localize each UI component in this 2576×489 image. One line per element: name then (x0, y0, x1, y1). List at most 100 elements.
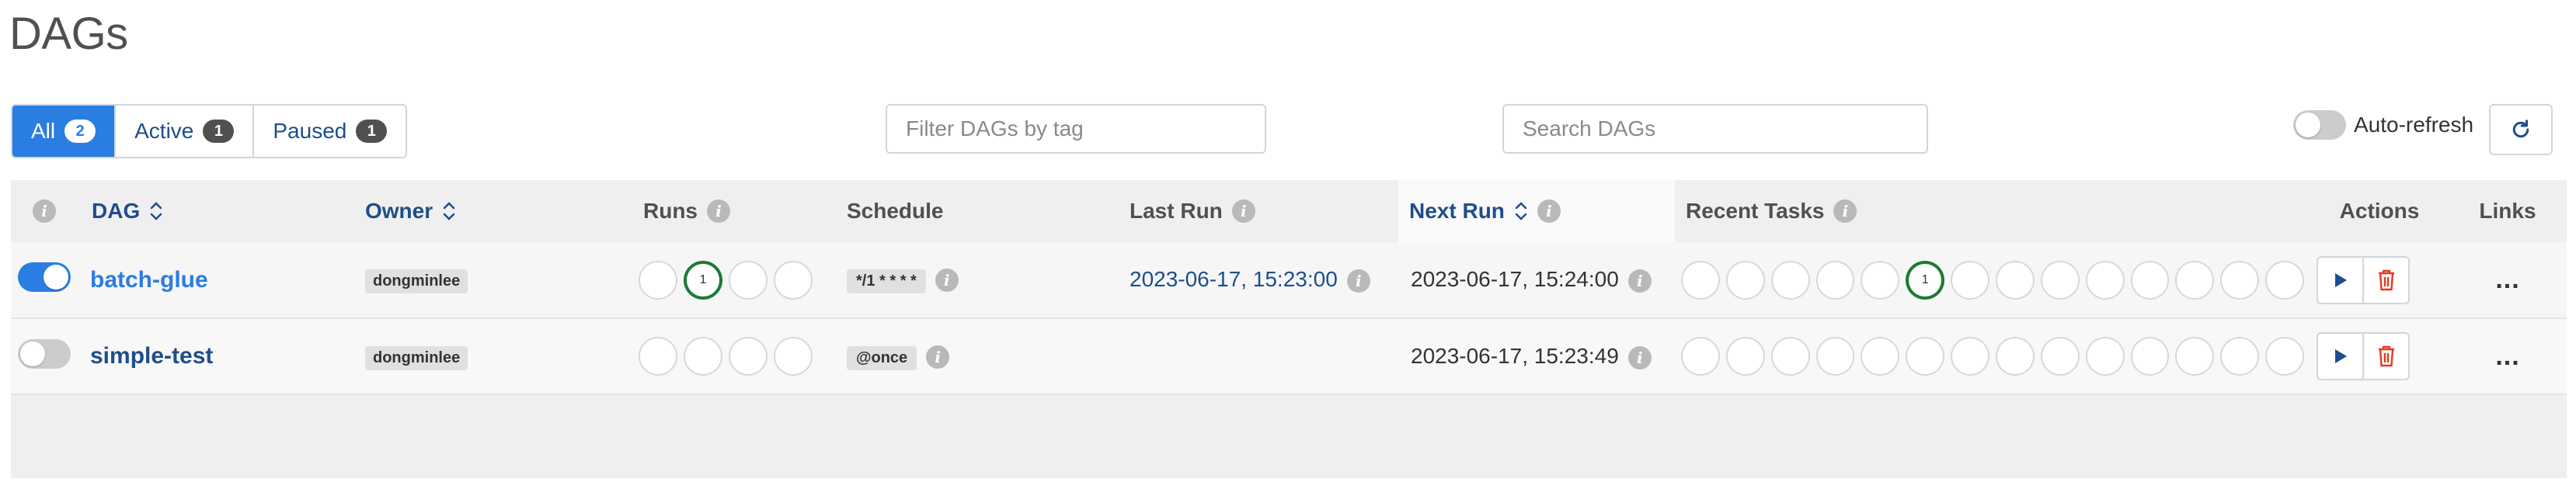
dag-table-container: i DAG Owner Runs i Schedule Last Run i N… (11, 180, 2567, 478)
task-status-circle[interactable] (1770, 337, 1810, 376)
dag-table: i DAG Owner Runs i Schedule Last Run i N… (11, 180, 2567, 395)
task-status-circle[interactable] (1681, 260, 1720, 300)
task-status-circle[interactable] (1725, 260, 1765, 300)
schedule-info-icon[interactable]: i (935, 269, 959, 292)
dag-active-toggle[interactable] (18, 338, 71, 369)
sort-arrows-icon[interactable] (442, 199, 456, 223)
task-status-circle[interactable] (1996, 260, 2035, 300)
next-run-info-icon[interactable]: i (1537, 199, 1561, 223)
recent-tasks-info-icon[interactable]: i (1833, 199, 1857, 223)
filter-all-label: All (31, 119, 56, 143)
auto-refresh-label: Auto-refresh (2354, 113, 2474, 137)
schedule-info-icon[interactable]: i (926, 345, 950, 369)
header-schedule: Schedule (847, 199, 944, 223)
task-status-circle[interactable] (2220, 260, 2260, 300)
dag-link[interactable]: simple-test (90, 343, 213, 369)
filter-all-button[interactable]: All 2 (12, 106, 117, 157)
trash-icon (2378, 269, 2394, 290)
actions-group (2317, 332, 2410, 380)
run-status-circle[interactable] (729, 260, 768, 300)
tag-filter-input[interactable] (886, 104, 1266, 154)
trigger-dag-button[interactable] (2318, 334, 2364, 379)
task-status-circle[interactable] (2130, 260, 2170, 300)
table-row: simple-test dongminlee @once i 2023-06-17… (11, 318, 2567, 394)
task-status-circle[interactable] (1815, 260, 1855, 300)
task-status-circle[interactable] (2085, 337, 2125, 376)
links-menu[interactable]: ... (2495, 265, 2519, 294)
task-status-circle[interactable] (1951, 337, 1990, 376)
run-status-circle[interactable]: 1 (684, 260, 722, 300)
header-owner[interactable]: Owner (365, 199, 433, 224)
task-status-circle[interactable] (2175, 260, 2215, 300)
task-status-circle[interactable]: 1 (1906, 260, 1945, 300)
auto-refresh-toggle[interactable] (2293, 110, 2346, 140)
last-run-info-icon[interactable]: i (1346, 269, 1370, 293)
actions-group (2317, 255, 2410, 304)
task-status-circle[interactable] (2175, 337, 2215, 376)
schedule-tag: @once (847, 345, 917, 370)
next-run-info-icon[interactable]: i (1627, 345, 1652, 369)
runs-circles (639, 337, 834, 376)
task-status-circle[interactable] (2040, 337, 2080, 376)
sort-arrows-icon[interactable] (1514, 199, 1528, 223)
active-info-icon[interactable]: i (33, 199, 56, 223)
task-status-circle[interactable] (1770, 260, 1810, 300)
play-icon (2334, 272, 2347, 287)
task-status-circle[interactable] (2265, 337, 2305, 376)
last-run-info-icon[interactable]: i (1231, 199, 1255, 223)
filter-paused-button[interactable]: Paused 1 (254, 106, 406, 157)
delete-dag-button[interactable] (2364, 257, 2408, 303)
table-row: batch-glue dongminlee 1 */1 * * * * i 202… (11, 242, 2567, 318)
run-status-circle[interactable] (729, 337, 768, 376)
dag-active-toggle[interactable] (18, 262, 71, 292)
refresh-button[interactable] (2489, 104, 2553, 155)
next-run-value: 2023-06-17, 15:23:49 (1411, 343, 1619, 368)
task-status-circle[interactable] (1861, 260, 1900, 300)
runs-info-icon[interactable]: i (707, 199, 730, 223)
trigger-dag-button[interactable] (2318, 257, 2364, 303)
run-status-circle[interactable] (639, 260, 677, 300)
header-dag[interactable]: DAG (92, 199, 140, 224)
recent-task-circles (1681, 337, 2310, 376)
filter-paused-label: Paused (273, 119, 347, 143)
filter-active-label: Active (134, 119, 194, 143)
links-menu[interactable]: ... (2495, 342, 2519, 371)
filter-paused-count: 1 (356, 120, 388, 143)
owner-tag[interactable]: dongminlee (365, 345, 468, 370)
run-status-circle[interactable] (774, 337, 813, 376)
task-status-circle[interactable] (2130, 337, 2170, 376)
header-actions: Actions (2339, 199, 2420, 223)
filter-active-button[interactable]: Active 1 (116, 106, 255, 157)
dag-link[interactable]: batch-glue (90, 267, 208, 293)
runs-circles: 1 (639, 260, 834, 300)
task-status-circle[interactable] (1996, 337, 2035, 376)
task-status-circle[interactable] (1725, 337, 1765, 376)
task-status-circle[interactable] (1815, 337, 1855, 376)
delete-dag-button[interactable] (2364, 334, 2408, 379)
task-status-circle[interactable] (2220, 337, 2260, 376)
task-status-circle[interactable] (2040, 260, 2080, 300)
schedule-tag: */1 * * * * (847, 269, 926, 293)
last-run-link[interactable]: 2023-06-17, 15:23:00 (1130, 267, 1338, 291)
next-run-value: 2023-06-17, 15:24:00 (1411, 267, 1619, 291)
dag-search-input[interactable] (1502, 104, 1928, 154)
task-status-circle[interactable] (1951, 260, 1990, 300)
next-run-info-icon[interactable]: i (1627, 269, 1652, 293)
task-status-circle[interactable] (2085, 260, 2125, 300)
filter-active-count: 1 (203, 120, 235, 143)
run-status-circle[interactable] (774, 260, 813, 300)
sort-arrows-icon[interactable] (149, 199, 163, 223)
run-status-circle[interactable] (639, 337, 677, 376)
task-status-circle[interactable] (1681, 337, 1720, 376)
owner-tag[interactable]: dongminlee (365, 269, 468, 293)
play-icon (2334, 349, 2347, 363)
trash-icon (2378, 345, 2394, 367)
auto-refresh: Auto-refresh (2293, 110, 2473, 140)
run-status-circle[interactable] (684, 337, 722, 376)
recent-task-circles: 1 (1681, 260, 2310, 300)
task-status-circle[interactable] (2265, 260, 2305, 300)
table-header-row: i DAG Owner Runs i Schedule Last Run i N… (11, 180, 2567, 242)
task-status-circle[interactable] (1906, 337, 1945, 376)
header-next-run[interactable]: Next Run (1409, 199, 1505, 224)
task-status-circle[interactable] (1861, 337, 1900, 376)
